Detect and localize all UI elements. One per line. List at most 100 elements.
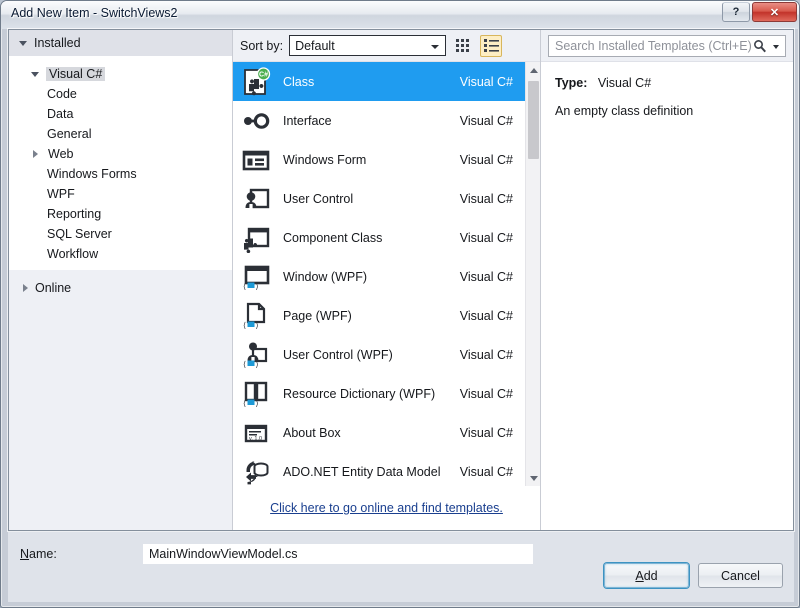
medium-icons-view-button[interactable] [452, 35, 474, 57]
sidebar-item-workflow[interactable]: Workflow [9, 244, 232, 264]
list-item-language: Visual C# [459, 74, 513, 89]
class-icon: C# [239, 65, 273, 99]
tree-node-visual-csharp[interactable]: Visual C# [9, 64, 232, 84]
search-bar: Search Installed Templates (Ctrl+E) [541, 30, 793, 62]
list-item-language: Visual C# [459, 347, 513, 362]
list-icon [483, 39, 499, 52]
cancel-button[interactable]: Cancel [698, 563, 783, 588]
grid-icon [455, 39, 469, 52]
list-item-language: Visual C# [459, 230, 513, 245]
preview-panel: Search Installed Templates (Ctrl+E) Type… [541, 30, 793, 530]
list-item[interactable]: Interface Visual C# [233, 101, 525, 140]
title-bar[interactable]: Add New Item - SwitchViews2 ? ✕ [1, 1, 799, 29]
help-button[interactable]: ? [722, 2, 750, 22]
interface-icon [239, 104, 273, 138]
sidebar-item-web[interactable]: Web [9, 144, 232, 164]
window-buttons: ? ✕ [722, 2, 797, 22]
list-item[interactable]: Windows Form Visual C# [233, 140, 525, 179]
tree-node-label: Code [47, 87, 77, 101]
sort-toolbar: Sort by: Default [233, 30, 540, 62]
list-item[interactable]: ⟨ ⟩ User Control (WPF) Visual C# [233, 335, 525, 374]
list-item-label: Windows Form [283, 152, 367, 167]
list-item-label: Component Class [283, 230, 383, 245]
list-item-label: Window (WPF) [283, 269, 368, 284]
component-class-icon [239, 221, 273, 255]
close-icon[interactable]: ✕ [752, 2, 797, 22]
sidebar-item-code[interactable]: Code [9, 84, 232, 104]
chevron-down-icon [31, 71, 39, 77]
chevron-up-icon [529, 67, 538, 73]
list-item[interactable]: ⟨ ⟩ Resource Dictionary (WPF) Visual C# [233, 374, 525, 413]
add-button[interactable]: Add [604, 563, 689, 588]
svg-text:⟩: ⟩ [256, 399, 259, 408]
scrollbar-thumb[interactable] [528, 81, 539, 159]
list-item[interactable]: v. 1.0 About Box Visual C# [233, 413, 525, 452]
list-item-language: Visual C# [459, 425, 513, 440]
list-item-language: Visual C# [459, 269, 513, 284]
sidebar-item-sql-server[interactable]: SQL Server [9, 224, 232, 244]
dialog-footer: Name: MainWindowViewModel.cs Add Cancel [8, 532, 794, 602]
list-item[interactable]: ADO.NET Entity Data Model Visual C# [233, 452, 525, 486]
sidebar-item-online[interactable]: Online [9, 276, 232, 300]
type-value: Visual C# [597, 76, 652, 90]
list-item[interactable]: Component Class Visual C# [233, 218, 525, 257]
xaml-badge: ⟨ ⟩ [243, 399, 259, 408]
name-row: Name: MainWindowViewModel.cs [20, 543, 534, 565]
sidebar-item-general[interactable]: General [9, 124, 232, 144]
add-new-item-dialog: Add New Item - SwitchViews2 ? ✕ Installe… [0, 0, 800, 608]
dialog-buttons: Add Cancel [604, 563, 783, 588]
template-description: An empty class definition [555, 104, 694, 118]
chevron-right-icon [23, 284, 28, 292]
search-input[interactable]: Search Installed Templates (Ctrl+E) [548, 34, 786, 57]
tree-node-label: Windows Forms [47, 167, 137, 181]
chevron-down-icon [431, 45, 440, 49]
dialog-client-area: Installed Visual C# Code Data General We… [8, 29, 794, 531]
list-item[interactable]: User Control Visual C# [233, 179, 525, 218]
sidebar-item-wpf[interactable]: WPF [9, 184, 232, 204]
online-templates-link[interactable]: Click here to go online and find templat… [270, 501, 503, 515]
installed-header[interactable]: Installed [9, 30, 232, 56]
list-item-label: ADO.NET Entity Data Model [283, 464, 441, 479]
svg-text:C#: C# [259, 71, 268, 78]
svg-text:⟩: ⟩ [256, 360, 259, 369]
tree-node-label: Web [48, 147, 74, 161]
list-item-label: User Control [283, 191, 354, 206]
scroll-up-button[interactable] [526, 62, 540, 78]
tree-node-label: Data [47, 107, 74, 121]
sidebar-item-reporting[interactable]: Reporting [9, 204, 232, 224]
sort-by-select[interactable]: Default [289, 35, 447, 56]
search-icon [754, 39, 766, 52]
chevron-down-icon[interactable] [773, 44, 779, 49]
sidebar-item-data[interactable]: Data [9, 104, 232, 124]
chevron-down-icon [529, 475, 538, 481]
windows-form-icon [239, 143, 273, 177]
dialog-title: Add New Item - SwitchViews2 [11, 6, 178, 20]
template-list-scrollbar[interactable] [525, 62, 540, 486]
tree-node-label: WPF [47, 187, 75, 201]
tree-node-label: Workflow [47, 247, 99, 261]
svg-text:v. 1.0: v. 1.0 [249, 436, 262, 442]
svg-text:⟨: ⟨ [243, 282, 246, 291]
template-list-panel: Sort by: Default C# Class Visual C# Inte… [233, 30, 541, 530]
list-item-label: User Control (WPF) [283, 347, 393, 362]
list-item-language: Visual C# [459, 191, 513, 206]
sidebar-item-windows-forms[interactable]: Windows Forms [9, 164, 232, 184]
scroll-down-button[interactable] [526, 470, 540, 486]
file-name-input[interactable]: MainWindowViewModel.cs [142, 543, 534, 565]
xaml-badge: ⟨ ⟩ [243, 321, 259, 330]
file-name-value: MainWindowViewModel.cs [149, 547, 298, 561]
tree-node-label: Visual C# [46, 67, 106, 81]
list-item[interactable]: ⟨ ⟩ Window (WPF) Visual C# [233, 257, 525, 296]
svg-text:⟨: ⟨ [243, 321, 246, 330]
svg-text:⟩: ⟩ [256, 321, 259, 330]
list-item[interactable]: C# Class Visual C# [233, 62, 525, 101]
template-list[interactable]: C# Class Visual C# Interface Visual C# W… [233, 62, 540, 486]
sort-by-value: Default [295, 38, 335, 53]
wpf-window-icon: ⟨ ⟩ [239, 260, 273, 294]
chevron-right-icon [33, 150, 38, 158]
list-item-label: Page (WPF) [283, 308, 352, 323]
type-label: Type: [555, 76, 588, 90]
list-view-button[interactable] [480, 34, 503, 57]
list-item[interactable]: ⟨ ⟩ Page (WPF) Visual C# [233, 296, 525, 335]
add-suffix: dd [643, 568, 658, 583]
